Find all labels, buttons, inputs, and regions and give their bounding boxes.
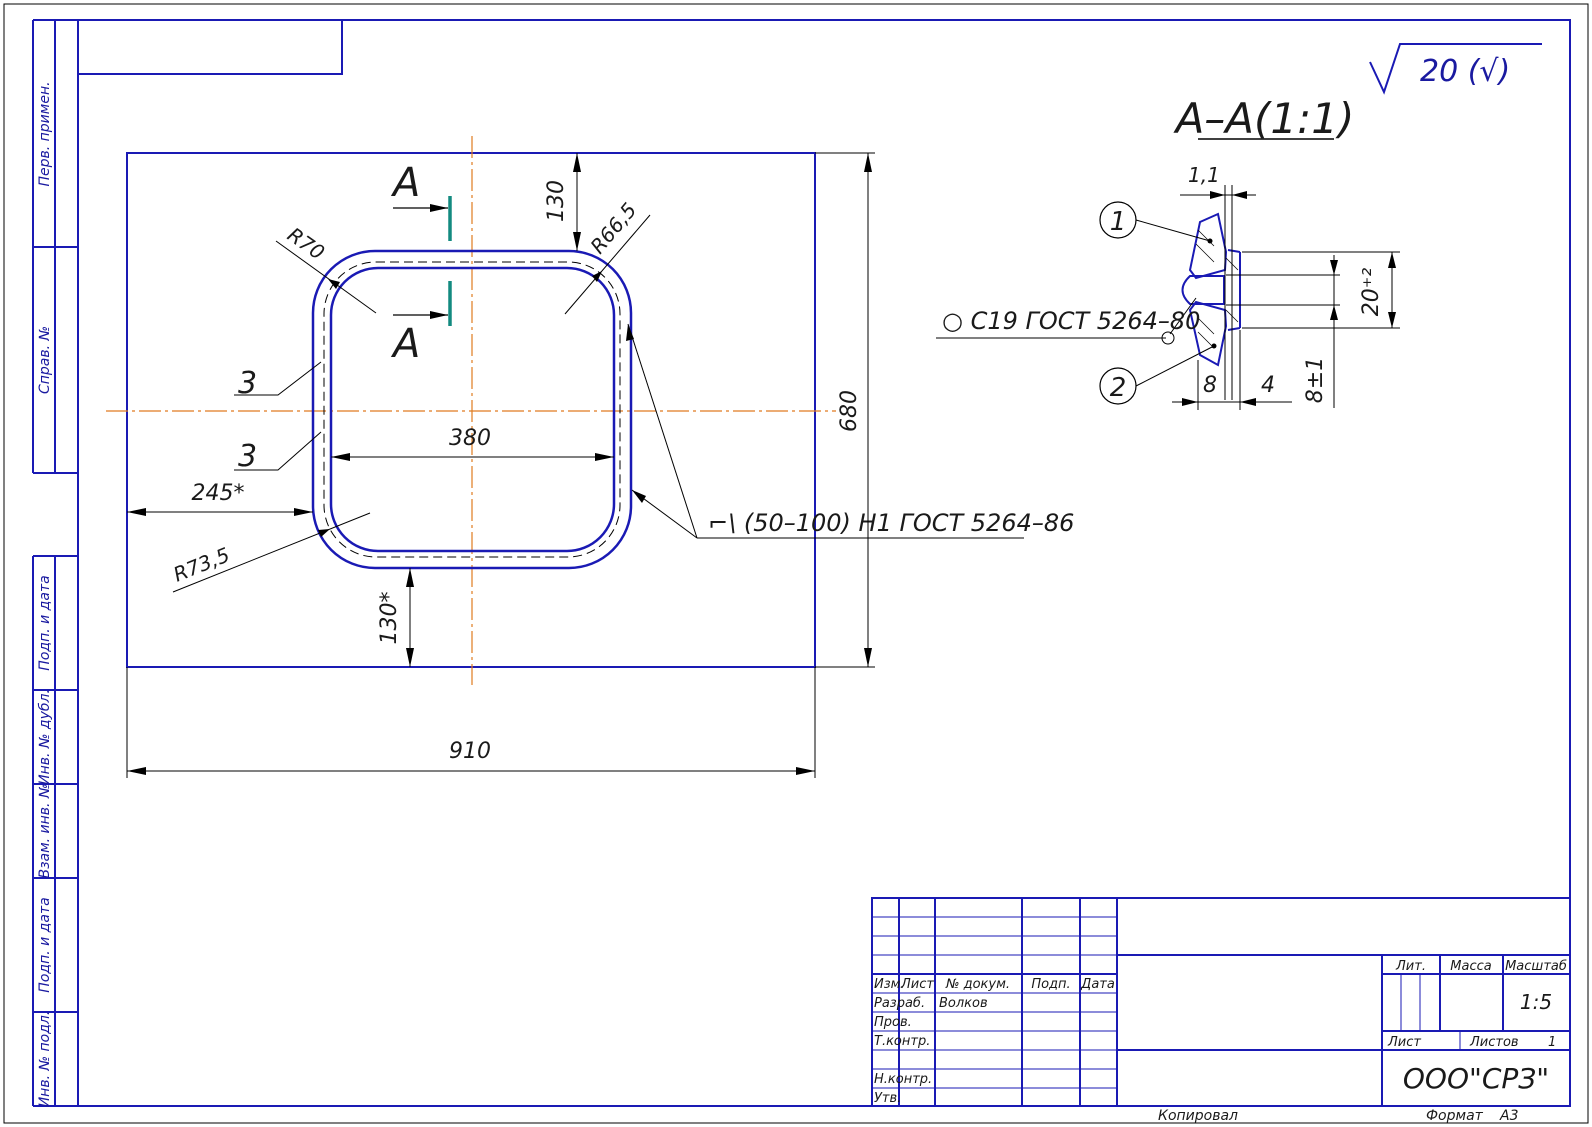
tb-header-doc: № докум. xyxy=(945,977,1010,992)
callout-1-label: 1 xyxy=(1110,207,1127,237)
dim-left-offset: 245* xyxy=(192,481,245,506)
drawing-sheet: Перв. примен. Справ. № Подп. и дата Инв.… xyxy=(3,3,1589,1124)
dim-depth: 8±1 xyxy=(1303,357,1328,403)
cut-letter-bottom: А xyxy=(390,321,420,367)
side-strip: Перв. примен. Справ. № Подп. и дата Инв.… xyxy=(32,19,78,1108)
dim-width-opening: 380 xyxy=(449,426,491,451)
footer-format-label: Формат xyxy=(1426,1108,1484,1124)
tb-header-list: Лист xyxy=(900,977,934,992)
dim-width-total: 910 xyxy=(449,739,491,764)
section-view: A–A(1:1) 1,1 1 2 ○ С19 ГОСТ 5264–80 20⁺²… xyxy=(936,94,1400,410)
tb-sheets: 1 xyxy=(1548,1035,1556,1050)
tb-mass-label: Масса xyxy=(1450,959,1491,974)
tb-scale: 1:5 xyxy=(1520,990,1552,1014)
drawing-frame xyxy=(77,19,1571,1107)
tb-role: Н.контр. xyxy=(874,1072,932,1087)
dim-top-offset: 130 xyxy=(544,180,569,222)
weld-label: 3 xyxy=(238,439,257,474)
side-label: Инв. № подл. xyxy=(37,1011,53,1108)
plan-weld-note: ⌐\ (50–100) Н1 ГОСТ 5264–86 xyxy=(708,509,1074,537)
dim-r-bottom: R73,5 xyxy=(170,542,233,586)
tb-lit-label: Лит. xyxy=(1395,959,1426,974)
dim-bottom-offset: 130* xyxy=(377,592,402,645)
tb-header-date: Дата xyxy=(1080,977,1115,992)
cut-letter-top: А xyxy=(390,160,420,206)
tb-role: Разраб. xyxy=(874,996,925,1011)
tb-header-sign: Подп. xyxy=(1031,977,1070,992)
dim-height-total: 680 xyxy=(837,390,862,432)
top-left-stamp-box xyxy=(78,20,343,75)
side-label: Инв. № дубл. xyxy=(37,689,53,785)
plate-outline xyxy=(126,152,816,668)
side-label: Взам. инв. № xyxy=(37,783,53,878)
tb-role: Т.контр. xyxy=(874,1034,930,1049)
tb-sheets-label: Листов xyxy=(1469,1035,1519,1050)
section-title: A–A(1:1) xyxy=(1173,94,1355,143)
dim-r-inner: R66,5 xyxy=(585,198,641,258)
side-label: Справ. № xyxy=(37,326,53,394)
section-weld-note: ○ С19 ГОСТ 5264–80 xyxy=(942,307,1200,335)
roughness-value: 20 (√) xyxy=(1420,54,1510,89)
roughness-mark: 20 (√) xyxy=(1369,43,1542,95)
callout-2-label: 2 xyxy=(1110,373,1127,403)
dim-height: 20⁺² xyxy=(1359,268,1384,317)
dim-r-outer: R70 xyxy=(283,222,329,264)
tb-scale-label: Масштаб xyxy=(1505,959,1567,974)
tb-role: Пров. xyxy=(874,1015,912,1030)
side-label: Подп. и дата xyxy=(37,575,53,670)
side-label: Перв. примен. xyxy=(37,81,53,186)
title-block: Изм. Лист № докум. Подп. Дата Разраб. Пр… xyxy=(871,897,1571,1107)
footer-copied: Копировал xyxy=(1158,1108,1238,1124)
weld-label: 3 xyxy=(238,366,257,401)
dim-width-right: 4 xyxy=(1261,373,1275,398)
footer-format: А3 xyxy=(1499,1108,1518,1124)
dim-gap: 1,1 xyxy=(1188,163,1220,187)
side-label: Подп. и дата xyxy=(37,897,53,992)
tb-header-izm: Изм. xyxy=(874,977,905,992)
plan-view: А А 130 R70 R66,5 3 3 380 245* R73,5 130… xyxy=(106,136,1074,778)
dim-width-left: 8 xyxy=(1203,373,1217,398)
tb-company: ООО"СРЗ" xyxy=(1403,1062,1549,1095)
tb-sheet-label: Лист xyxy=(1387,1035,1421,1050)
tb-role: Утв. xyxy=(874,1091,901,1106)
tb-developer: Волков xyxy=(939,996,988,1011)
